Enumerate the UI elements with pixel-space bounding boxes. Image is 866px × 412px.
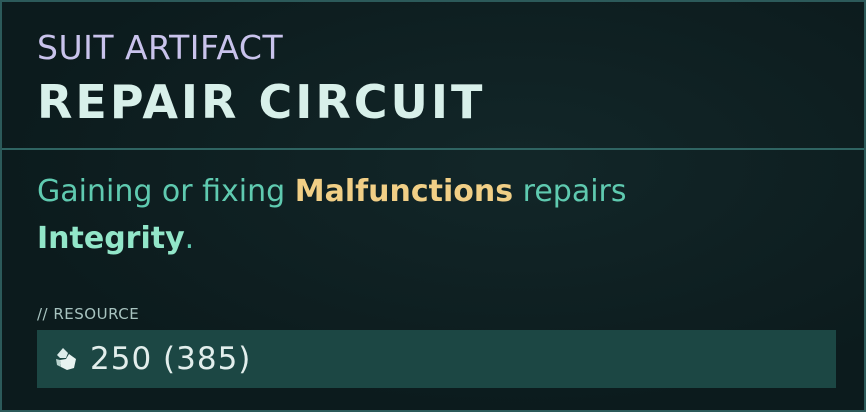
resource-label: // RESOURCE xyxy=(37,305,140,323)
artifact-title: REPAIR CIRCUIT xyxy=(37,75,486,129)
resource-bar: 250 (385) xyxy=(37,330,836,388)
card-header: SUIT ARTIFACT REPAIR CIRCUIT xyxy=(2,2,864,150)
crystal-icon xyxy=(54,346,80,372)
resource-value: 250 (385) xyxy=(90,341,252,377)
keyword-malfunctions: Malfunctions xyxy=(294,174,514,209)
description-text: Gaining or fixing xyxy=(37,174,295,209)
artifact-category: SUIT ARTIFACT xyxy=(37,28,284,67)
artifact-card: SUIT ARTIFACT REPAIR CIRCUIT Gaining or … xyxy=(0,0,866,412)
keyword-integrity: Integrity xyxy=(37,221,185,256)
description-text: . xyxy=(184,221,195,256)
artifact-description: Gaining or fixing Malfunctions repairs I… xyxy=(37,168,827,262)
description-text: repairs xyxy=(513,174,627,209)
